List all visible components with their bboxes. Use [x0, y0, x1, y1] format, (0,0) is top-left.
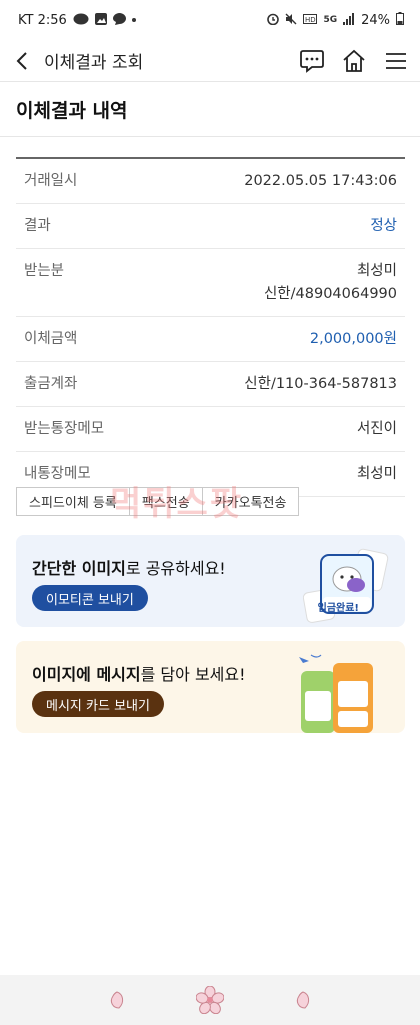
bottom-bar	[0, 975, 420, 1025]
detail-row-recipient: 받는분 최성미 신한/48904064990	[16, 249, 405, 317]
kakaotalk-send-button[interactable]: 카카오톡전송	[201, 487, 300, 516]
detail-value-result: 정상	[370, 218, 397, 234]
detail-value: 신한/110-364-587813	[244, 376, 397, 392]
detail-label: 받는분	[24, 263, 65, 279]
page-title: 이체결과 내역	[16, 100, 128, 122]
banner-text-bold: 간단한 이미지	[32, 559, 126, 578]
detail-row-amount: 이체금액 2,000,000원	[16, 317, 405, 362]
detail-label: 이체금액	[24, 331, 78, 347]
alarm-icon	[267, 13, 280, 28]
detail-value-recipient: 최성미 신한/48904064990	[264, 260, 397, 306]
carrier-time: KT 2:56	[18, 12, 67, 28]
chat-notification-icon	[112, 12, 126, 28]
status-right: HD 5G 24%	[267, 12, 404, 28]
emoticon-share-banner[interactable]: 간단한 이미지로 공유하세요! 이모티콘 보내기 입금완료!	[16, 535, 405, 627]
detail-label: 내통장메모	[24, 466, 91, 482]
divider	[0, 136, 420, 137]
detail-label: 받는통장메모	[24, 421, 105, 437]
more-notifications-dot	[131, 18, 136, 22]
hd-icon: HD	[303, 13, 318, 27]
detail-label: 결과	[24, 218, 51, 234]
detail-value-amount: 2,000,000원	[309, 331, 397, 347]
banner-text: 이미지에 메시지를 담아 보세요!	[32, 661, 246, 685]
bottom-right-petal-button[interactable]	[288, 985, 318, 1015]
home-button[interactable]	[340, 47, 368, 75]
bottom-left-petal-button[interactable]	[102, 985, 132, 1015]
battery-icon	[396, 12, 404, 28]
bottom-center-flower-button[interactable]	[195, 985, 225, 1015]
detail-row-result: 결과 정상	[16, 204, 405, 249]
header-actions	[298, 40, 410, 82]
banner-text-bold: 이미지에 메시지	[32, 665, 141, 684]
cherry-blossom-icon	[195, 986, 224, 1014]
detail-label: 출금계좌	[24, 376, 78, 392]
petal-icon	[297, 991, 310, 1009]
transfer-detail-table: 거래일시 2022.05.05 17:43:06 결과 정상 받는분 최성미 신…	[16, 157, 405, 497]
message-card-banner[interactable]: 이미지에 메시지를 담아 보세요! 메시지 카드 보내기	[16, 641, 405, 733]
deposit-complete-badge: 입금완료!	[317, 603, 359, 614]
mute-icon	[285, 13, 297, 28]
speed-transfer-register-button[interactable]: 스피드이체 등록	[16, 487, 130, 516]
banner-text-rest: 를 담아 보세요!	[140, 665, 246, 684]
detail-row-recipient-memo: 받는통장메모 서진이	[16, 407, 405, 452]
recipient-name: 최성미	[356, 263, 397, 279]
detail-row-datetime: 거래일시 2022.05.05 17:43:06	[16, 159, 405, 204]
talk-notification-icon	[73, 13, 89, 28]
status-bar: KT 2:56 HD 5G 24%	[0, 0, 420, 40]
status-left: KT 2:56	[18, 12, 136, 28]
hamburger-menu-icon	[386, 53, 406, 69]
fax-send-button[interactable]: 팩스전송	[128, 487, 203, 516]
header-title: 이체결과 조회	[44, 53, 144, 73]
chevron-left-icon	[16, 51, 27, 70]
chat-button[interactable]	[298, 47, 326, 75]
banner-text: 간단한 이미지로 공유하세요!	[32, 555, 226, 579]
petal-icon	[110, 991, 123, 1009]
home-icon	[343, 49, 365, 72]
detail-row-withdraw-account: 출금계좌 신한/110-364-587813	[16, 362, 405, 407]
svg-text:HD: HD	[305, 16, 316, 24]
network-type-icon: 5G	[323, 15, 338, 25]
detail-value: 최성미	[356, 466, 397, 482]
menu-button[interactable]	[382, 47, 410, 75]
message-card-illustration	[299, 654, 373, 733]
detail-label: 거래일시	[24, 173, 78, 189]
action-buttons: 스피드이체 등록 팩스전송 카카오톡전송	[16, 487, 300, 516]
signal-icon	[343, 12, 355, 28]
send-emoticon-button[interactable]: 이모티콘 보내기	[32, 585, 148, 611]
banner-text-rest: 로 공유하세요!	[125, 559, 226, 578]
detail-value: 서진이	[356, 421, 397, 437]
recipient-account: 신한/48904064990	[263, 286, 397, 302]
detail-value: 2022.05.05 17:43:06	[244, 173, 397, 189]
chat-bubble-icon	[300, 50, 324, 73]
back-button[interactable]	[0, 40, 44, 82]
battery-percent: 24%	[361, 12, 390, 28]
send-message-card-button[interactable]: 메시지 카드 보내기	[32, 691, 164, 717]
app-header: 이체결과 조회	[0, 40, 420, 82]
image-notification-icon	[94, 12, 107, 28]
